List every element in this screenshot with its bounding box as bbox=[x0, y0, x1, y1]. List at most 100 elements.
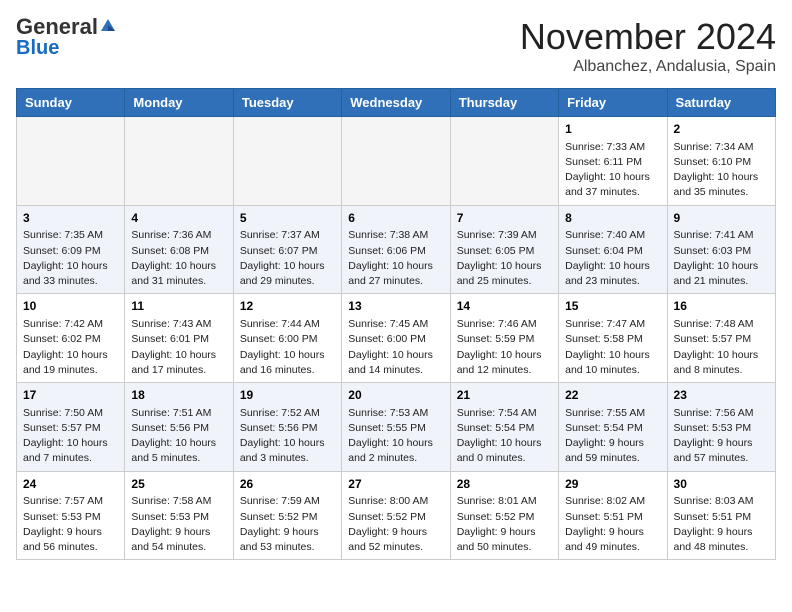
logo: General Blue bbox=[16, 16, 117, 58]
day-number: 12 bbox=[240, 298, 335, 315]
logo-blue: Blue bbox=[16, 38, 59, 58]
location: Albanchez, Andalusia, Spain bbox=[520, 58, 776, 76]
calendar-day-cell: 7Sunrise: 7:39 AMSunset: 6:05 PMDaylight… bbox=[450, 205, 558, 294]
day-info: Sunrise: 7:45 AMSunset: 6:00 PMDaylight:… bbox=[348, 317, 443, 378]
calendar-day-cell bbox=[342, 117, 450, 206]
calendar-header-row: SundayMondayTuesdayWednesdayThursdayFrid… bbox=[17, 89, 776, 117]
day-number: 6 bbox=[348, 210, 443, 227]
calendar-day-cell: 27Sunrise: 8:00 AMSunset: 5:52 PMDayligh… bbox=[342, 471, 450, 560]
calendar-week-row: 24Sunrise: 7:57 AMSunset: 5:53 PMDayligh… bbox=[17, 471, 776, 560]
day-number: 21 bbox=[457, 387, 552, 404]
day-info: Sunrise: 7:39 AMSunset: 6:05 PMDaylight:… bbox=[457, 228, 552, 289]
day-info: Sunrise: 7:56 AMSunset: 5:53 PMDaylight:… bbox=[674, 406, 769, 467]
calendar-header-wednesday: Wednesday bbox=[342, 89, 450, 117]
calendar-week-row: 10 Sunrise: 7:42 AMSunset: 6:02 PMDayligh… bbox=[17, 294, 776, 383]
day-info: Sunrise: 7:51 AMSunset: 5:56 PMDaylight:… bbox=[131, 406, 226, 467]
calendar-day-cell: 18 Sunrise: 7:51 AMSunset: 5:56 PMDayligh… bbox=[125, 383, 233, 472]
calendar-day-cell: 20 Sunrise: 7:53 AMSunset: 5:55 PMDayligh… bbox=[342, 383, 450, 472]
calendar-day-cell: 4Sunrise: 7:36 AMSunset: 6:08 PMDaylight… bbox=[125, 205, 233, 294]
calendar-day-cell: 8Sunrise: 7:40 AMSunset: 6:04 PMDaylight… bbox=[559, 205, 667, 294]
logo-icon bbox=[99, 17, 117, 35]
title-area: November 2024 Albanchez, Andalusia, Spai… bbox=[520, 16, 776, 76]
calendar-day-cell: 3Sunrise: 7:35 AMSunset: 6:09 PMDaylight… bbox=[17, 205, 125, 294]
month-title: November 2024 bbox=[520, 16, 776, 58]
day-info: Sunrise: 7:57 AMSunset: 5:53 PMDaylight:… bbox=[23, 494, 118, 555]
calendar-day-cell: 29Sunrise: 8:02 AMSunset: 5:51 PMDayligh… bbox=[559, 471, 667, 560]
day-number: 30 bbox=[674, 476, 769, 493]
calendar-header-monday: Monday bbox=[125, 89, 233, 117]
day-number: 27 bbox=[348, 476, 443, 493]
day-info: Sunrise: 8:01 AMSunset: 5:52 PMDaylight:… bbox=[457, 494, 552, 555]
calendar-day-cell: 6Sunrise: 7:38 AMSunset: 6:06 PMDaylight… bbox=[342, 205, 450, 294]
calendar-header-sunday: Sunday bbox=[17, 89, 125, 117]
day-info: Sunrise: 7:42 AMSunset: 6:02 PMDaylight:… bbox=[23, 317, 118, 378]
calendar-day-cell: 24Sunrise: 7:57 AMSunset: 5:53 PMDayligh… bbox=[17, 471, 125, 560]
day-info: Sunrise: 7:53 AMSunset: 5:55 PMDaylight:… bbox=[348, 406, 443, 467]
day-info: Sunrise: 7:40 AMSunset: 6:04 PMDaylight:… bbox=[565, 228, 660, 289]
calendar-day-cell: 30Sunrise: 8:03 AMSunset: 5:51 PMDayligh… bbox=[667, 471, 775, 560]
day-number: 2 bbox=[674, 121, 769, 138]
day-info: Sunrise: 7:36 AMSunset: 6:08 PMDaylight:… bbox=[131, 228, 226, 289]
calendar-day-cell: 15Sunrise: 7:47 AMSunset: 5:58 PMDayligh… bbox=[559, 294, 667, 383]
day-number: 9 bbox=[674, 210, 769, 227]
day-number: 24 bbox=[23, 476, 118, 493]
calendar-day-cell: 21 Sunrise: 7:54 AMSunset: 5:54 PMDayligh… bbox=[450, 383, 558, 472]
day-number: 11 bbox=[131, 298, 226, 315]
calendar-week-row: 3Sunrise: 7:35 AMSunset: 6:09 PMDaylight… bbox=[17, 205, 776, 294]
day-info: Sunrise: 7:50 AMSunset: 5:57 PMDaylight:… bbox=[23, 406, 118, 467]
calendar-day-cell bbox=[125, 117, 233, 206]
day-number: 8 bbox=[565, 210, 660, 227]
day-info: Sunrise: 8:00 AMSunset: 5:52 PMDaylight:… bbox=[348, 494, 443, 555]
day-info: Sunrise: 7:52 AMSunset: 5:56 PMDaylight:… bbox=[240, 406, 335, 467]
day-number: 26 bbox=[240, 476, 335, 493]
day-info: Sunrise: 7:35 AMSunset: 6:09 PMDaylight:… bbox=[23, 228, 118, 289]
page-header: General Blue November 2024 Albanchez, An… bbox=[16, 16, 776, 76]
day-number: 25 bbox=[131, 476, 226, 493]
calendar-day-cell: 12Sunrise: 7:44 AMSunset: 6:00 PMDayligh… bbox=[233, 294, 341, 383]
day-info: Sunrise: 7:38 AMSunset: 6:06 PMDaylight:… bbox=[348, 228, 443, 289]
calendar-day-cell: 5Sunrise: 7:37 AMSunset: 6:07 PMDaylight… bbox=[233, 205, 341, 294]
day-number: 1 bbox=[565, 121, 660, 138]
calendar-day-cell bbox=[450, 117, 558, 206]
day-info: Sunrise: 7:34 AMSunset: 6:10 PMDaylight:… bbox=[674, 140, 769, 201]
calendar-week-row: 1Sunrise: 7:33 AMSunset: 6:11 PMDaylight… bbox=[17, 117, 776, 206]
calendar-day-cell: 9Sunrise: 7:41 AMSunset: 6:03 PMDaylight… bbox=[667, 205, 775, 294]
calendar-header-friday: Friday bbox=[559, 89, 667, 117]
day-info: Sunrise: 8:03 AMSunset: 5:51 PMDaylight:… bbox=[674, 494, 769, 555]
calendar-table: SundayMondayTuesdayWednesdayThursdayFrid… bbox=[16, 88, 776, 560]
day-number: 7 bbox=[457, 210, 552, 227]
calendar-day-cell: 26Sunrise: 7:59 AMSunset: 5:52 PMDayligh… bbox=[233, 471, 341, 560]
calendar-day-cell: 13Sunrise: 7:45 AMSunset: 6:00 PMDayligh… bbox=[342, 294, 450, 383]
day-number: 18 bbox=[131, 387, 226, 404]
calendar-day-cell: 25Sunrise: 7:58 AMSunset: 5:53 PMDayligh… bbox=[125, 471, 233, 560]
day-number: 22 bbox=[565, 387, 660, 404]
calendar-day-cell: 19Sunrise: 7:52 AMSunset: 5:56 PMDayligh… bbox=[233, 383, 341, 472]
day-number: 28 bbox=[457, 476, 552, 493]
day-number: 10 bbox=[23, 298, 118, 315]
calendar-day-cell: 23 Sunrise: 7:56 AMSunset: 5:53 PMDayligh… bbox=[667, 383, 775, 472]
day-number: 20 bbox=[348, 387, 443, 404]
day-number: 14 bbox=[457, 298, 552, 315]
calendar-day-cell: 2 Sunrise: 7:34 AMSunset: 6:10 PMDaylight… bbox=[667, 117, 775, 206]
day-info: Sunrise: 8:02 AMSunset: 5:51 PMDaylight:… bbox=[565, 494, 660, 555]
day-number: 17 bbox=[23, 387, 118, 404]
day-info: Sunrise: 7:47 AMSunset: 5:58 PMDaylight:… bbox=[565, 317, 660, 378]
day-number: 23 bbox=[674, 387, 769, 404]
calendar-day-cell bbox=[17, 117, 125, 206]
calendar-day-cell bbox=[233, 117, 341, 206]
day-info: Sunrise: 7:54 AMSunset: 5:54 PMDaylight:… bbox=[457, 406, 552, 467]
day-info: Sunrise: 7:41 AMSunset: 6:03 PMDaylight:… bbox=[674, 228, 769, 289]
day-info: Sunrise: 7:59 AMSunset: 5:52 PMDaylight:… bbox=[240, 494, 335, 555]
day-number: 16 bbox=[674, 298, 769, 315]
calendar-day-cell: 28Sunrise: 8:01 AMSunset: 5:52 PMDayligh… bbox=[450, 471, 558, 560]
day-info: Sunrise: 7:37 AMSunset: 6:07 PMDaylight:… bbox=[240, 228, 335, 289]
calendar-week-row: 17 Sunrise: 7:50 AMSunset: 5:57 PMDayligh… bbox=[17, 383, 776, 472]
day-number: 29 bbox=[565, 476, 660, 493]
calendar-day-cell: 17 Sunrise: 7:50 AMSunset: 5:57 PMDayligh… bbox=[17, 383, 125, 472]
calendar-day-cell: 16Sunrise: 7:48 AMSunset: 5:57 PMDayligh… bbox=[667, 294, 775, 383]
day-number: 4 bbox=[131, 210, 226, 227]
day-info: Sunrise: 7:43 AMSunset: 6:01 PMDaylight:… bbox=[131, 317, 226, 378]
calendar-day-cell: 10 Sunrise: 7:42 AMSunset: 6:02 PMDayligh… bbox=[17, 294, 125, 383]
day-info: Sunrise: 7:46 AMSunset: 5:59 PMDaylight:… bbox=[457, 317, 552, 378]
calendar-header-thursday: Thursday bbox=[450, 89, 558, 117]
